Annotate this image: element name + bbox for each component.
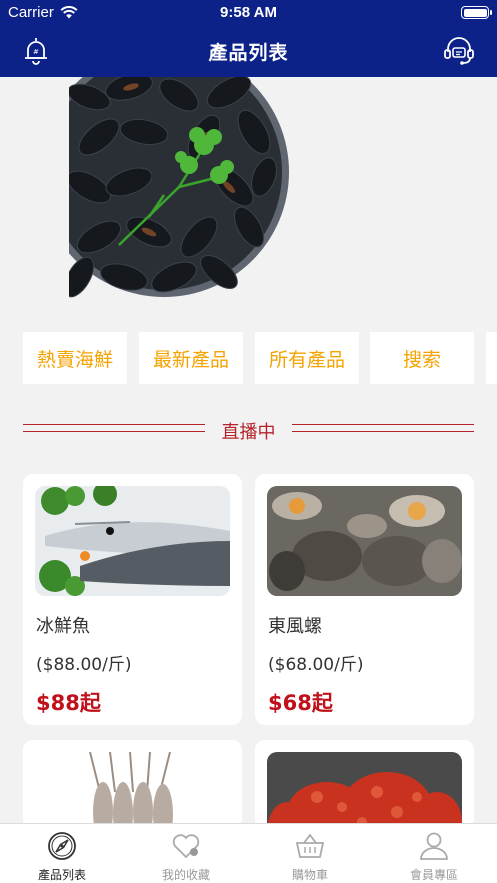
tab-member-area[interactable]: 會員專區 (372, 830, 496, 883)
product-name: 東風螺 (268, 616, 322, 637)
product-price: $68起 (268, 691, 333, 715)
category-all-products[interactable]: 所有產品 (255, 332, 359, 384)
product-name: 冰鮮魚 (36, 616, 90, 637)
category-tabs: 熱賣海鮮 最新產品 所有產品 搜索 (23, 332, 497, 384)
divider-line-right (292, 424, 474, 432)
live-section-header: 直播中 (23, 416, 474, 444)
category-new-products[interactable]: 最新產品 (139, 332, 243, 384)
heart-icon (172, 834, 200, 859)
mussels-image (69, 77, 428, 317)
category-hot-seafood[interactable]: 熱賣海鮮 (23, 332, 127, 384)
compass-icon (48, 832, 76, 860)
category-next-partial[interactable] (486, 332, 497, 384)
battery-icon (461, 6, 492, 19)
customer-service-icon[interactable] (443, 36, 475, 66)
category-search[interactable]: 搜索 (370, 332, 474, 384)
user-icon (420, 832, 448, 860)
product-image-fish (35, 486, 230, 596)
tab-favorites[interactable]: 我的收藏 (124, 830, 248, 883)
tab-label: 產品列表 (37, 868, 86, 882)
promo-banner-mussels[interactable] (69, 77, 428, 317)
product-image-crab (267, 752, 462, 830)
product-card-crab[interactable] (255, 740, 474, 830)
clock: 9:58 AM (220, 4, 277, 21)
basket-icon (295, 833, 325, 858)
page-title: 產品列表 (208, 42, 289, 64)
product-unit-price: ($88.00/斤) (36, 655, 132, 675)
product-image-snail (267, 486, 462, 596)
tab-label: 會員專區 (409, 868, 458, 882)
tab-cart[interactable]: 購物車 (248, 830, 372, 883)
product-unit-price: ($68.00/斤) (268, 655, 364, 675)
status-bar: Carrier 9:58 AM (0, 0, 497, 26)
product-card-snail[interactable]: 東風螺 ($68.00/斤) $68起 (255, 474, 474, 725)
product-price: $88起 (36, 691, 101, 715)
bottom-tab-bar: 產品列表 我的收藏 購物車 會員專區 (0, 823, 497, 883)
tab-label: 我的收藏 (161, 868, 210, 882)
product-card-fish[interactable]: 冰鮮魚 ($88.00/斤) $88起 (23, 474, 242, 725)
product-image-shrimp (35, 752, 230, 830)
product-card-shrimp[interactable] (23, 740, 242, 830)
tab-label: 購物車 (291, 868, 328, 882)
top-bar: Carrier 9:58 AM # 產品列表 (0, 0, 497, 77)
tab-product-list[interactable]: 產品列表 (0, 830, 124, 883)
